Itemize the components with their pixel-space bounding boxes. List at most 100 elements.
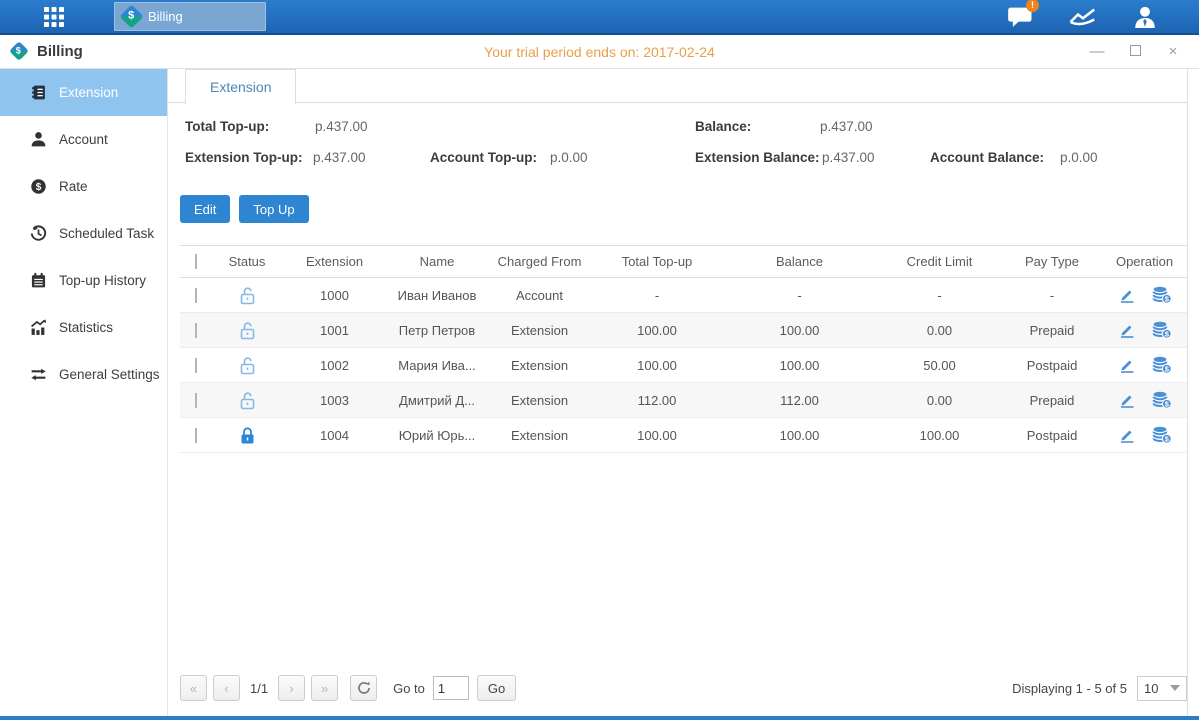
edit-button[interactable]: Edit	[180, 195, 230, 223]
sidebar-item-label: General Settings	[59, 367, 160, 382]
cell-credit-limit: 100.00	[877, 428, 1002, 443]
unlocked-icon	[239, 321, 256, 340]
refresh-button[interactable]	[350, 675, 377, 701]
cell-pay-type: Prepaid	[1002, 393, 1102, 408]
person-icon	[30, 131, 47, 148]
row-checkbox[interactable]	[195, 428, 197, 443]
pagination-bar: « ‹ 1/1 › » Go to Go Displaying 1 - 5 of…	[180, 674, 1187, 702]
operation-cell: $	[1102, 356, 1187, 374]
row-checkbox[interactable]	[195, 288, 197, 303]
cell-balance: -	[722, 288, 877, 303]
messages-button[interactable]: !	[1005, 4, 1037, 30]
cell-balance: 100.00	[722, 323, 877, 338]
edit-icon[interactable]	[1118, 426, 1136, 444]
status-cell	[212, 321, 282, 340]
billing-app-icon: $	[119, 4, 143, 28]
minimize-button[interactable]: —	[1089, 44, 1105, 59]
cell-balance: 112.00	[722, 393, 877, 408]
edit-icon[interactable]	[1118, 321, 1136, 339]
sidebar-item-topup-history[interactable]: Top-up History	[0, 257, 167, 304]
window-title-bar: $ Billing Your trial period ends on: 201…	[0, 35, 1199, 69]
go-button[interactable]: Go	[477, 675, 516, 701]
table-row: 1000Иван ИвановAccount----$	[180, 278, 1187, 313]
ledger-icon	[30, 84, 47, 101]
sidebar-item-scheduled-task[interactable]: Scheduled Task	[0, 210, 167, 257]
cell-total-topup: 100.00	[592, 358, 722, 373]
total-topup-value: p.437.00	[315, 119, 368, 134]
page-size-select[interactable]: 10	[1137, 676, 1187, 701]
cell-pay-type: -	[1002, 288, 1102, 303]
row-checkbox[interactable]	[195, 393, 197, 408]
sidebar-item-label: Top-up History	[59, 273, 146, 288]
user-button[interactable]	[1129, 4, 1161, 30]
cell-total-topup: 100.00	[592, 323, 722, 338]
total-topup-label: Total Top-up:	[185, 119, 269, 134]
unlocked-icon	[239, 286, 256, 305]
sidebar-item-statistics[interactable]: Statistics	[0, 304, 167, 351]
sidebar-item-rate[interactable]: $ Rate	[0, 163, 167, 210]
next-page-button[interactable]: ›	[278, 675, 305, 701]
edit-icon[interactable]	[1118, 391, 1136, 409]
bar-chart-icon	[30, 319, 47, 336]
refresh-icon	[357, 681, 371, 695]
extension-topup-value: p.437.00	[313, 150, 366, 165]
cell-balance: 100.00	[722, 358, 877, 373]
column-header-status: Status	[212, 254, 282, 269]
sidebar: Extension Account $ Rate Scheduled Task …	[0, 69, 168, 716]
column-header-balance: Balance	[722, 254, 877, 269]
status-cell	[212, 426, 282, 445]
cell-charged-from: Account	[487, 288, 592, 303]
cell-pay-type: Prepaid	[1002, 323, 1102, 338]
row-checkbox[interactable]	[195, 358, 197, 373]
cell-credit-limit: 50.00	[877, 358, 1002, 373]
apps-grid-icon[interactable]	[40, 3, 68, 31]
cell-pay-type: Postpaid	[1002, 428, 1102, 443]
tab-extension[interactable]: Extension	[185, 69, 296, 104]
top-up-icon[interactable]: $	[1152, 426, 1172, 444]
taskbar-item-label: Billing	[148, 9, 183, 24]
top-up-icon[interactable]: $	[1152, 286, 1172, 304]
top-up-icon[interactable]: $	[1152, 391, 1172, 409]
column-header-pay-type: Pay Type	[1002, 254, 1102, 269]
status-cell	[212, 286, 282, 305]
unlocked-icon	[239, 391, 256, 410]
prev-page-button[interactable]: ‹	[213, 675, 240, 701]
page-size-value: 10	[1144, 681, 1158, 696]
select-all-checkbox[interactable]	[195, 254, 197, 269]
column-header-operation: Operation	[1102, 254, 1187, 269]
cell-charged-from: Extension	[487, 323, 592, 338]
close-button[interactable]: ×	[1165, 44, 1181, 59]
sidebar-item-extension[interactable]: Extension	[0, 69, 167, 116]
os-top-bar: $ Billing !	[0, 0, 1199, 35]
top-up-button[interactable]: Top Up	[239, 195, 308, 223]
sidebar-item-general-settings[interactable]: General Settings	[0, 351, 167, 398]
column-header-total-topup: Total Top-up	[592, 254, 722, 269]
sidebar-item-label: Scheduled Task	[59, 226, 154, 241]
top-up-icon[interactable]: $	[1152, 356, 1172, 374]
top-up-icon[interactable]: $	[1152, 321, 1172, 339]
row-checkbox[interactable]	[195, 323, 197, 338]
cell-credit-limit: 0.00	[877, 393, 1002, 408]
edit-icon[interactable]	[1118, 286, 1136, 304]
notification-badge: !	[1026, 0, 1039, 12]
goto-page-input[interactable]	[433, 676, 469, 700]
calendar-icon	[30, 272, 47, 289]
chevron-down-icon	[1170, 685, 1180, 691]
goto-label: Go to	[393, 681, 425, 696]
sidebar-item-label: Extension	[59, 85, 118, 100]
trial-message: Your trial period ends on: 2017-02-24	[0, 44, 1199, 60]
account-topup-label: Account Top-up:	[430, 150, 537, 165]
first-page-button[interactable]: «	[180, 675, 207, 701]
edit-icon[interactable]	[1118, 356, 1136, 374]
taskbar-item-billing[interactable]: $ Billing	[114, 2, 266, 31]
last-page-button[interactable]: »	[311, 675, 338, 701]
person-icon	[1132, 4, 1158, 30]
maximize-button[interactable]	[1130, 45, 1141, 56]
cell-extension: 1004	[282, 428, 387, 443]
balance-value: p.437.00	[820, 119, 873, 134]
tab-bar: Extension	[168, 69, 1187, 103]
sidebar-item-account[interactable]: Account	[0, 116, 167, 163]
monitor-button[interactable]	[1067, 4, 1099, 30]
grid-icon	[42, 5, 66, 29]
window-title: Billing	[37, 43, 83, 60]
